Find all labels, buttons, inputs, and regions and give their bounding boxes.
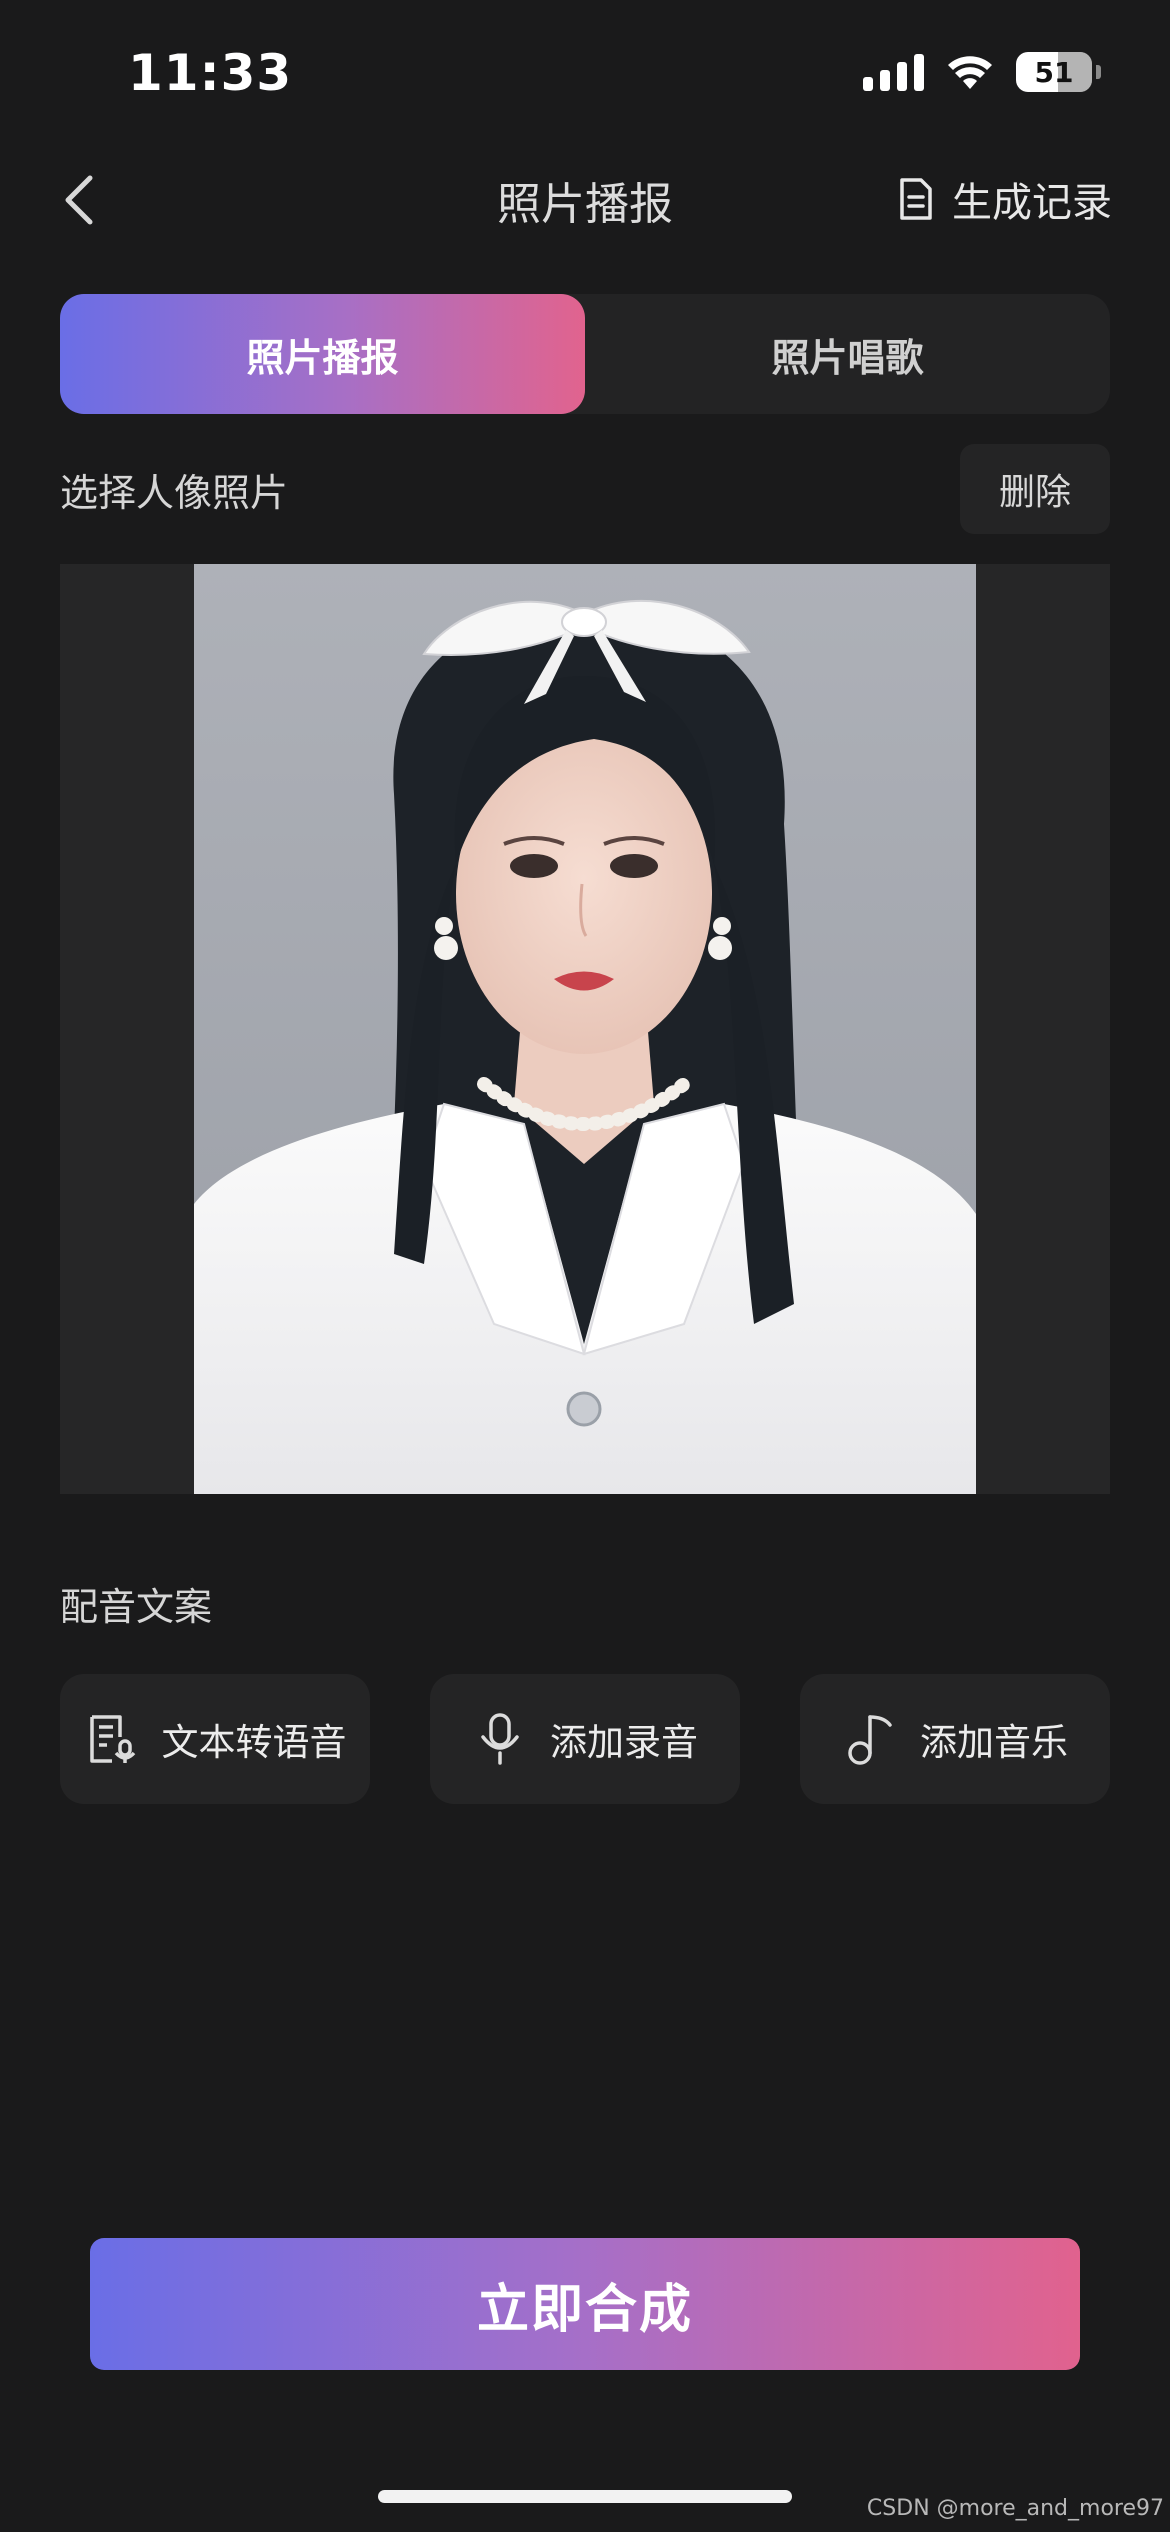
battery-level: 51: [1034, 55, 1074, 89]
microphone-icon: [472, 1711, 528, 1767]
status-indicators: 51: [863, 52, 1101, 92]
text-to-speech-label: 文本转语音: [161, 1721, 347, 1764]
text-to-speech-icon: [84, 1711, 140, 1767]
home-indicator[interactable]: [378, 2490, 792, 2503]
document-icon: [900, 178, 932, 220]
portrait-photo: [194, 564, 976, 1494]
tab-photo-singing[interactable]: 照片唱歌: [585, 294, 1110, 414]
add-recording-button[interactable]: 添加录音: [430, 1674, 740, 1804]
delete-button[interactable]: 删除: [960, 444, 1110, 534]
tab-photo-broadcast[interactable]: 照片播报: [60, 294, 585, 414]
history-label: 生成记录: [952, 180, 1112, 226]
dubbing-label: 配音文案: [60, 1585, 213, 1629]
history-button[interactable]: 生成记录: [898, 170, 1112, 228]
synthesize-now-button[interactable]: 立即合成: [90, 2238, 1080, 2370]
add-music-label: 添加音乐: [920, 1721, 1068, 1764]
photo-preview[interactable]: [60, 564, 1110, 1494]
add-music-button[interactable]: 添加音乐: [800, 1674, 1110, 1804]
battery-icon: 51: [1016, 52, 1101, 92]
select-portrait-label: 选择人像照片: [60, 471, 289, 515]
music-note-icon: [842, 1711, 898, 1767]
dubbing-options: 文本转语音 添加录音 添加音乐: [60, 1674, 1110, 1804]
mode-tabs: 照片播报 照片唱歌: [60, 294, 1110, 414]
watermark: CSDN @more_and_more97: [866, 2496, 1164, 2521]
photo-broadcast-screen: 11:33 51 照片播报 生成记录 照片播报 照片唱歌 选择人像照片 删除 配…: [0, 0, 1170, 2532]
wifi-icon: [948, 56, 992, 89]
text-to-speech-button[interactable]: 文本转语音: [60, 1674, 370, 1804]
cellular-signal-icon: [863, 53, 924, 91]
add-recording-label: 添加录音: [550, 1721, 698, 1764]
status-time: 11:33: [128, 44, 293, 102]
